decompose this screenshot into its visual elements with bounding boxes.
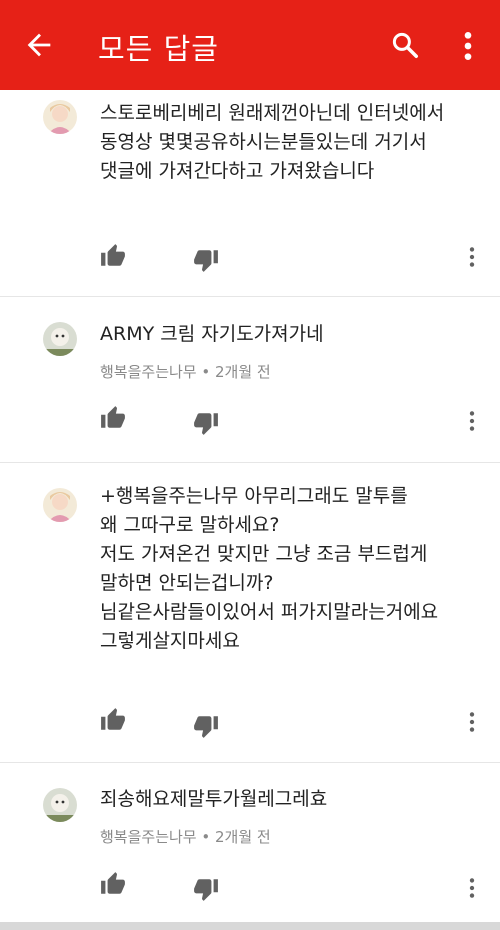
comment-text: ARMY 크림 자기도가져가네 <box>100 323 324 345</box>
avatar[interactable] <box>43 788 77 822</box>
comment-more-icon[interactable] <box>464 709 480 735</box>
thumbs-down-icon[interactable] <box>193 876 219 902</box>
comment-text: 스토로베리베리 원래제껀아닌데 인터넷에서 동영상 몇몇공유하시는분들있는데 거… <box>100 102 445 182</box>
bottom-edge <box>0 922 500 930</box>
user-avatar-icon <box>43 100 77 134</box>
app-bar: 모든 답글 <box>0 0 500 90</box>
comment-more-icon[interactable] <box>464 875 480 901</box>
user-avatar-icon <box>43 488 77 522</box>
comment-more-icon[interactable] <box>464 408 480 434</box>
thumbs-down-icon[interactable] <box>193 247 219 273</box>
avatar[interactable] <box>43 322 77 356</box>
divider <box>0 296 500 297</box>
divider <box>0 462 500 463</box>
avatar[interactable] <box>43 100 77 134</box>
thumbs-up-icon[interactable] <box>100 405 126 431</box>
more-vert-icon[interactable] <box>456 30 480 62</box>
search-icon[interactable] <box>390 30 420 60</box>
user-avatar-icon <box>43 322 77 356</box>
thumbs-down-icon[interactable] <box>193 713 219 739</box>
divider <box>0 762 500 763</box>
comment-text: 죄송해요제말투가월레그레효 <box>100 788 328 810</box>
thumbs-up-icon[interactable] <box>100 707 126 733</box>
thumbs-up-icon[interactable] <box>100 243 126 269</box>
user-avatar-icon <box>43 788 77 822</box>
avatar[interactable] <box>43 488 77 522</box>
comment-more-icon[interactable] <box>464 244 480 270</box>
page-title: 모든 답글 <box>98 32 219 66</box>
comment-meta: 행복을주는나무 • 2개월 전 <box>100 828 271 846</box>
comment-text: +행복을주는나무 아무리그래도 말투를 왜 그따구로 말하세요? 저도 가져온건… <box>100 485 439 652</box>
back-arrow-icon[interactable] <box>22 28 56 62</box>
thumbs-down-icon[interactable] <box>193 410 219 436</box>
thumbs-up-icon[interactable] <box>100 871 126 897</box>
comment-meta: 행복을주는나무 • 2개월 전 <box>100 363 271 381</box>
